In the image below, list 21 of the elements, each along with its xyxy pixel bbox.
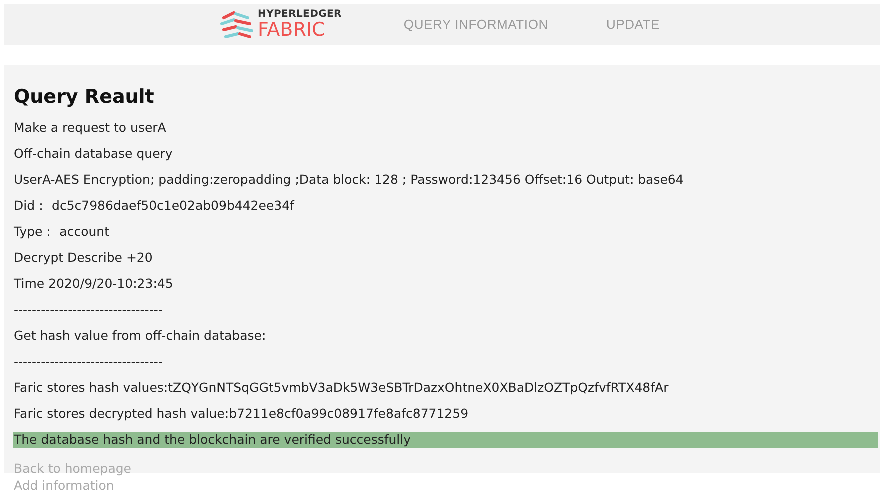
result-line: Faric stores decrypted hash value:b7211e8cf0a99c08917fe8afc8771259 (14, 405, 469, 423)
result-line: Type： account (14, 223, 110, 241)
nav-link[interactable]: QUERY INFORMATION (404, 17, 548, 32)
result-line: Get hash value from off-chain database: (14, 327, 266, 345)
result-title: Query Reault (14, 85, 156, 109)
result-line: UserA-AES Encryption; padding:zeropadding ;Data block: 128 ; Password:123456 Offset:16 Output: base64 (14, 171, 684, 189)
logo-wordmark: FABRIC (258, 20, 326, 40)
result-line: Decrypt Describe +20 (14, 249, 153, 267)
result-line: Make a request to userA (14, 119, 166, 137)
logo-icon (220, 10, 254, 40)
result-line: Time 2020/9/20-10:23:45 (14, 275, 174, 293)
result-line: Off-chain database query (14, 145, 173, 163)
result-line: Did： dc5c7986daef50c1e02ab09b442ee34f (14, 197, 294, 215)
logo-wordmark-top: HYPERLEDGER (258, 10, 342, 20)
dashed-separator: --------------------------------- (14, 353, 163, 371)
nav-link[interactable]: UPDATE (606, 17, 660, 32)
result-line: Faric stores hash values:tZQYGnNTSqGGt5vmbV3aDk5W3eSBTrDazxOhtneX0XBaDlzOZTpQzfvfRTX48fAr (14, 379, 669, 397)
dashed-separator: --------------------------------- (14, 301, 163, 319)
page-link[interactable]: Back to homepage (14, 460, 132, 477)
page-link[interactable]: Add information (14, 477, 114, 494)
success-message: The database hash and the blockchain are verified successfully (13, 432, 878, 448)
